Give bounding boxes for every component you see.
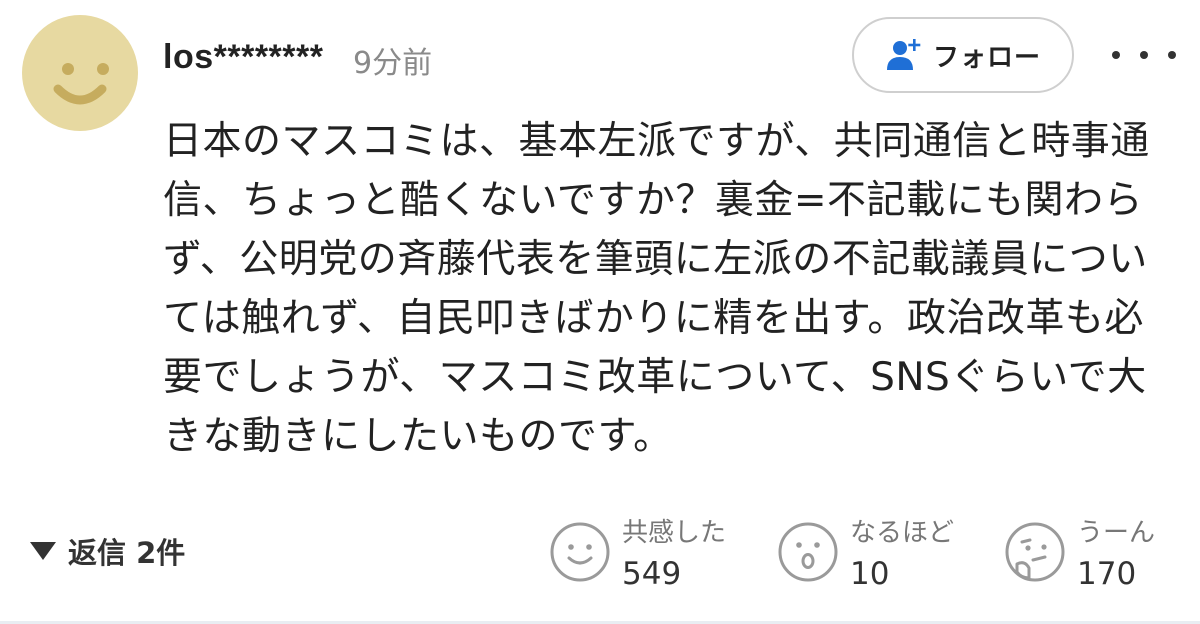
more-dots-icon [1140, 51, 1148, 59]
replies-label: 返信 2件 [68, 536, 186, 570]
reaction-count: 170 [1077, 556, 1137, 592]
comment-card: los******** 9分前 フォロー 日本のマスコミは、基本左派ですが、共同… [0, 0, 1200, 624]
username[interactable]: los******** [163, 38, 323, 77]
user-avatar[interactable] [22, 15, 138, 131]
follow-button[interactable]: フォロー [852, 17, 1074, 93]
reaction-label: なるほど [850, 518, 955, 548]
reaction-empathy-button[interactable]: 共感した 549 [548, 512, 748, 602]
timestamp: 9分前 [353, 46, 433, 81]
triangle-down-icon [30, 542, 56, 560]
follow-label: フォロー [932, 42, 1041, 73]
reaction-uun-button[interactable]: うーん 170 [1003, 512, 1193, 602]
reaction-label: 共感した [622, 518, 727, 548]
smile-face-icon [550, 522, 610, 582]
more-dots-icon [1112, 51, 1120, 59]
comment-text: 日本のマスコミは、基本左派ですが、共同通信と時事通信、ちょっと酷くないですか？裏… [163, 119, 1150, 459]
more-options-button[interactable] [1112, 40, 1176, 70]
reaction-naruhodo-button[interactable]: なるほど 10 [776, 512, 976, 602]
reaction-label: うーん [1077, 518, 1156, 548]
reaction-count: 10 [850, 556, 890, 592]
replies-toggle[interactable]: 返信 2件 [30, 530, 185, 572]
avatar-mouth-icon [53, 84, 107, 105]
thinking-face-icon [1005, 522, 1065, 582]
reaction-count: 549 [622, 556, 682, 592]
add-person-icon [886, 39, 921, 70]
more-dots-icon [1168, 51, 1176, 59]
surprised-face-icon [778, 522, 838, 582]
